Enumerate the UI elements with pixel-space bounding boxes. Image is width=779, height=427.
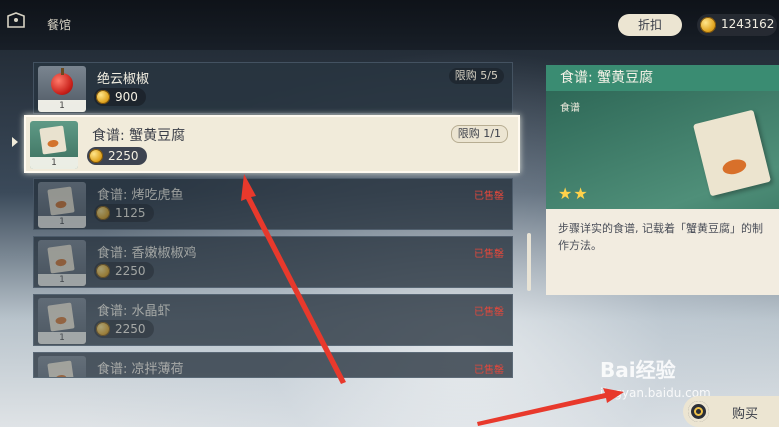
mora-coin-icon <box>700 17 716 33</box>
item-name: 绝云椒椒 <box>97 72 150 87</box>
shop-item-crystal-shrimp-recipe[interactable]: 1 食谱: 水晶虾 2250 已售罄 <box>33 294 513 346</box>
confirm-circle-icon <box>688 401 709 422</box>
item-price: 900 <box>94 88 146 106</box>
detail-description: 步骤详实的食谱, 记载着「蟹黄豆腐」的制作方法。 <box>546 209 779 295</box>
item-name: 食谱: 凉拌薄荷 <box>97 362 184 377</box>
shop-tag-icon <box>7 12 25 28</box>
item-detail-panel: 食谱: 蟹黄豆腐 食谱 ★★ 步骤详实的食谱, 记载着「蟹黄豆腐」的制作方法。 <box>546 65 779 295</box>
item-name: 食谱: 蟹黄豆腐 <box>92 128 186 144</box>
mora-coin-icon <box>89 149 103 163</box>
shop-item-crab-roe-tofu-recipe[interactable]: 1 食谱: 蟹黄豆腐 2250 限购 1/1 <box>24 115 520 173</box>
shop-item-jueyun-chili[interactable]: 1 绝云椒椒 900 限购 5/5 <box>33 62 513 114</box>
watermark-brand: Bai经验 <box>600 358 676 382</box>
item-count: 1 <box>38 332 86 344</box>
item-name: 食谱: 烤吃虎鱼 <box>97 188 184 203</box>
sold-out-label: 已售罄 <box>474 307 504 318</box>
item-count: 1 <box>38 216 86 228</box>
mora-coin-icon <box>96 322 110 336</box>
shop-item-mint-salad-recipe[interactable]: 食谱: 凉拌薄荷 已售罄 <box>33 352 513 378</box>
item-thumbnail: 1 <box>38 66 86 112</box>
shop-item-chili-chicken-recipe[interactable]: 1 食谱: 香嫩椒椒鸡 2250 已售罄 <box>33 236 513 288</box>
item-thumbnail <box>38 356 86 377</box>
sold-out-label: 已售罄 <box>474 365 504 376</box>
recipe-icon <box>39 125 67 155</box>
detail-title: 食谱: 蟹黄豆腐 <box>546 65 779 91</box>
item-price: 2250 <box>87 147 147 165</box>
sold-out-label: 已售罄 <box>474 191 504 202</box>
item-thumbnail: 1 <box>38 298 86 344</box>
mora-coin-icon <box>96 264 110 278</box>
buy-button[interactable]: 购买 <box>683 396 779 427</box>
rarity-stars: ★★ <box>558 184 589 203</box>
item-price: 1125 <box>94 204 154 222</box>
item-price: 2250 <box>94 320 154 338</box>
shop-title: 餐馆 <box>47 18 72 32</box>
item-count: 1 <box>30 157 78 169</box>
shop-item-grilled-tiger-fish-recipe[interactable]: 1 食谱: 烤吃虎鱼 1125 已售罄 <box>33 178 513 230</box>
recipe-icon <box>692 109 772 197</box>
recipe-icon <box>47 302 75 332</box>
mora-amount: 1243162 <box>721 17 775 31</box>
recipe-icon <box>47 186 75 216</box>
selection-indicator-icon <box>12 137 18 147</box>
item-price: 2250 <box>94 262 154 280</box>
sold-out-label: 已售罄 <box>474 249 504 260</box>
discount-button[interactable]: 折扣 <box>618 14 682 36</box>
mora-balance: 1243162 <box>697 14 777 36</box>
recipe-icon <box>47 360 75 377</box>
item-count: 1 <box>38 274 86 286</box>
item-count: 1 <box>38 100 86 112</box>
purchase-limit-badge: 限购 5/5 <box>448 68 504 84</box>
mora-coin-icon <box>96 90 110 104</box>
purchase-limit-badge: 限购 1/1 <box>450 125 508 143</box>
shop-item-list[interactable]: 1 绝云椒椒 900 限购 5/5 1 食谱: 蟹黄豆腐 2250 限购 1/1… <box>24 62 520 378</box>
detail-item-type: 食谱 <box>560 103 580 114</box>
item-thumbnail: 1 <box>38 240 86 286</box>
item-thumbnail: 1 <box>38 182 86 228</box>
item-name: 食谱: 水晶虾 <box>97 304 171 319</box>
top-bar: 餐馆 折扣 1243162 <box>0 0 779 50</box>
list-scrollbar[interactable] <box>527 233 531 291</box>
recipe-icon <box>47 244 75 274</box>
item-name: 食谱: 香嫩椒椒鸡 <box>97 246 197 261</box>
jueyun-chili-icon <box>51 68 73 95</box>
item-thumbnail: 1 <box>30 121 78 169</box>
mora-coin-icon <box>96 206 110 220</box>
buy-label: 购买 <box>732 407 759 422</box>
